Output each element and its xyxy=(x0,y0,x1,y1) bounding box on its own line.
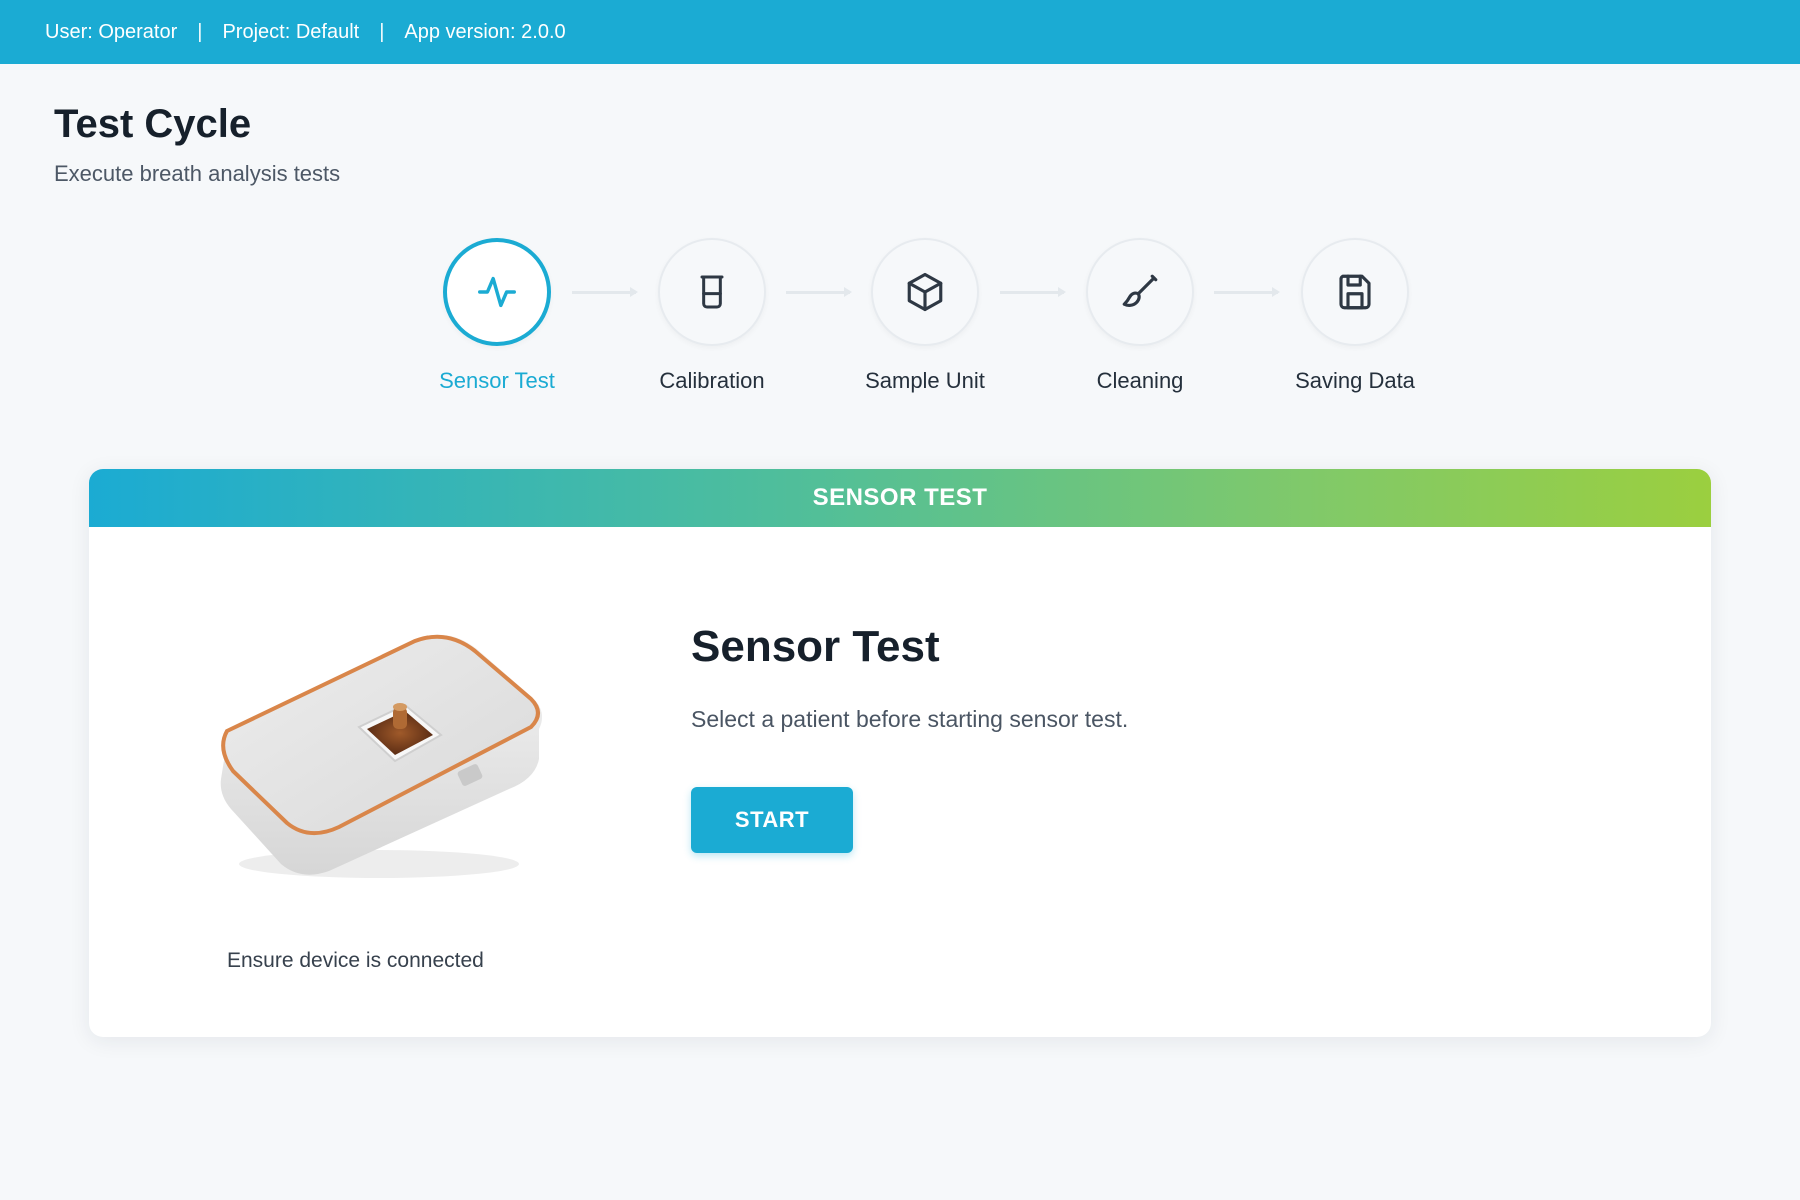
page-title: Test Cycle xyxy=(54,102,252,146)
step-label: Saving Data xyxy=(1295,368,1415,393)
step-circle xyxy=(1301,238,1409,346)
activity-icon xyxy=(478,276,516,308)
step-cleaning[interactable]: Cleaning xyxy=(1030,238,1250,394)
app-version-label: App version: 2.0.0 xyxy=(404,20,566,43)
panel-info: Sensor Test Select a patient before star… xyxy=(691,622,1128,853)
save-icon xyxy=(1339,274,1371,310)
step-label: Calibration xyxy=(659,368,765,393)
step-label: Sample Unit xyxy=(865,368,985,393)
panel-header: SENSOR TEST xyxy=(89,469,1711,527)
step-label: Sensor Test xyxy=(439,368,555,393)
panel-title: Sensor Test xyxy=(691,622,940,671)
step-circle xyxy=(871,238,979,346)
separator: | xyxy=(197,20,203,43)
step-circle xyxy=(658,238,766,346)
page-header: Test Cycle Execute breath analysis tests xyxy=(54,102,340,187)
device-image xyxy=(209,609,549,889)
step-saving-data[interactable]: Saving Data xyxy=(1245,238,1465,394)
panel-message: Select a patient before starting sensor … xyxy=(691,706,1129,732)
page-subtitle: Execute breath analysis tests xyxy=(54,161,341,186)
cube-icon xyxy=(907,272,943,312)
brush-icon xyxy=(1122,274,1158,307)
start-button[interactable]: START xyxy=(691,787,853,853)
step-sensor-test[interactable]: Sensor Test xyxy=(387,238,607,394)
top-bar: User: Operator | Project: Default | App … xyxy=(0,0,1800,64)
step-label: Cleaning xyxy=(1096,368,1184,393)
beaker-icon xyxy=(700,275,724,309)
separator: | xyxy=(379,20,385,43)
project-label: Project: Default xyxy=(222,20,360,43)
sensor-test-panel: SENSOR TEST Ensure device is connected S… xyxy=(89,469,1711,1037)
step-sample-unit[interactable]: Sample Unit xyxy=(815,238,1035,394)
step-circle xyxy=(443,238,551,346)
user-label: User: Operator xyxy=(45,20,178,43)
device-caption: Ensure device is connected xyxy=(227,949,484,972)
step-indicator: Sensor Test Calibration Sample Unit Clea… xyxy=(0,238,1800,408)
step-calibration[interactable]: Calibration xyxy=(602,238,822,394)
step-circle xyxy=(1086,238,1194,346)
